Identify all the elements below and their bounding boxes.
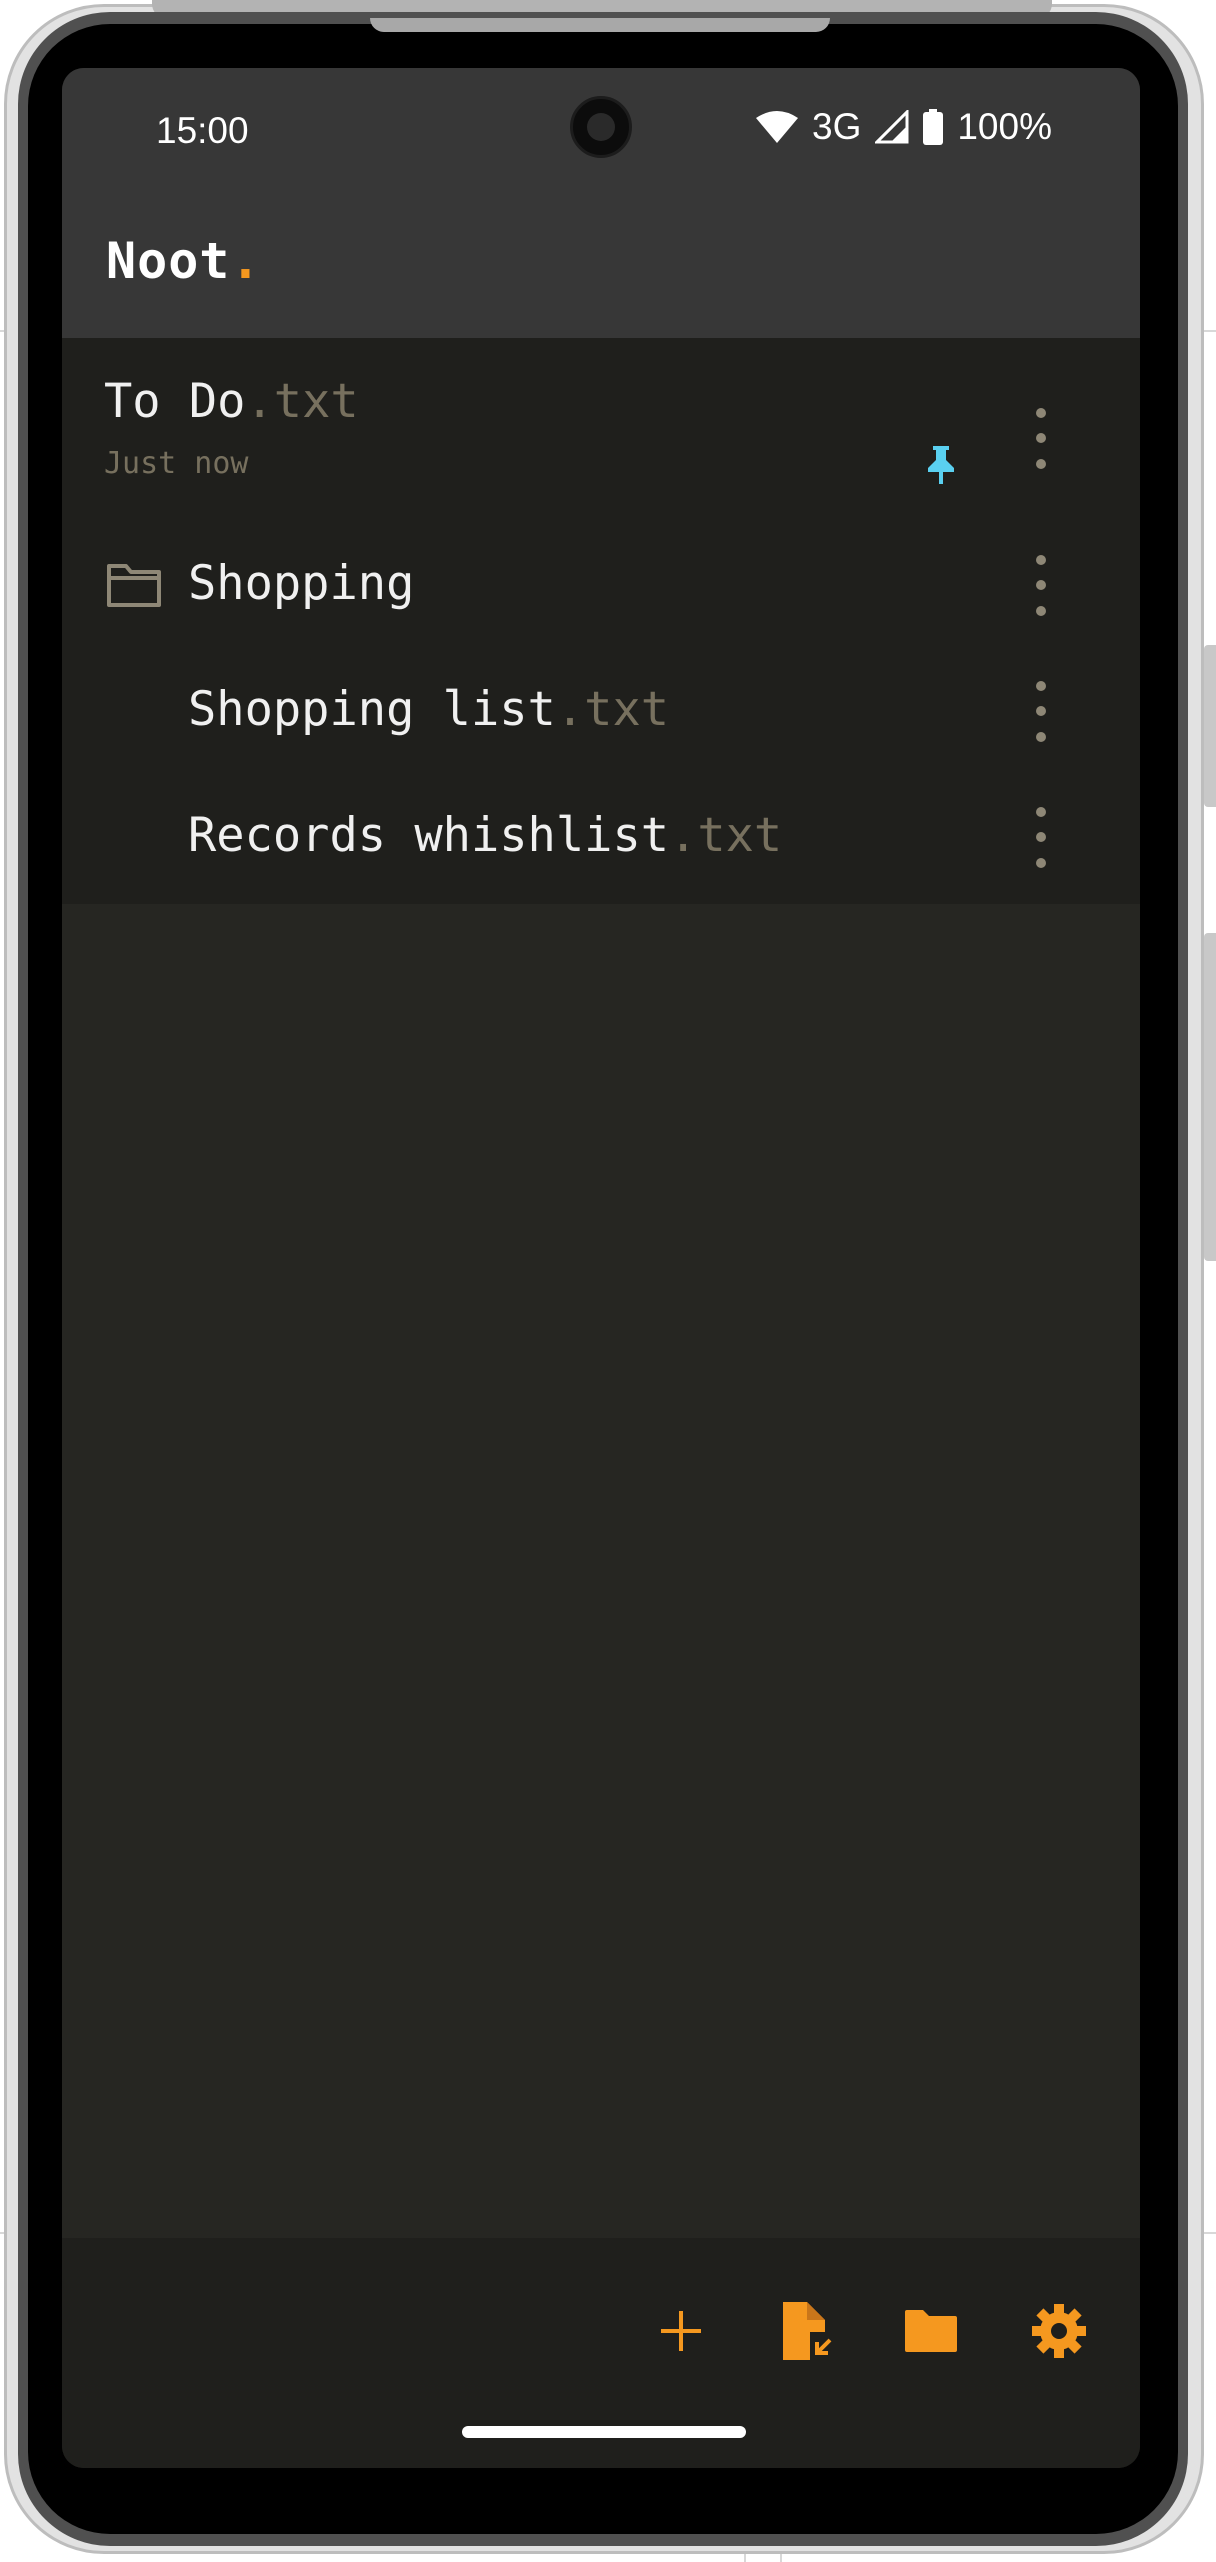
app-title-text: Noot: [106, 232, 231, 290]
note-list: To Do.txt Just now Shopping Shopping lis…: [62, 338, 1140, 904]
gear-icon: [1032, 2304, 1086, 2362]
note-title: Shopping list.txt: [188, 682, 669, 737]
import-file-button[interactable]: [772, 2298, 842, 2368]
note-title: To Do.txt: [104, 374, 359, 429]
volume-button: [1204, 645, 1216, 807]
home-indicator[interactable]: [462, 2426, 746, 2438]
note-extension: .txt: [555, 682, 670, 737]
battery-percent: 100%: [957, 106, 1052, 147]
signal-icon: [875, 110, 909, 144]
status-icons: 3G 100%: [756, 106, 1052, 148]
note-name: Shopping list: [188, 682, 556, 737]
phone-screen: 15:00 3G 100% Noot. To Do.txt Just now S…: [62, 68, 1140, 2468]
app-title: Noot.: [106, 232, 262, 290]
new-folder-button[interactable]: [896, 2298, 966, 2368]
power-button: [1204, 933, 1216, 1261]
file-import-icon: [780, 2302, 834, 2364]
note-name: To Do: [104, 374, 246, 429]
note-name: Records whishlist: [188, 808, 670, 863]
battery-icon: [923, 109, 944, 145]
note-timestamp: Just now: [104, 446, 249, 481]
network-type: 3G: [812, 106, 862, 147]
more-options-icon[interactable]: [1028, 677, 1054, 749]
new-note-button[interactable]: [646, 2298, 716, 2368]
folder-name: Shopping: [188, 556, 415, 611]
folder-outline-icon: [106, 562, 162, 612]
note-extension: .txt: [669, 808, 783, 863]
folder-icon: [903, 2308, 959, 2358]
wifi-icon: [756, 110, 798, 144]
note-title: Records whishlist.txt: [188, 808, 782, 863]
status-time: 15:00: [156, 110, 249, 151]
note-item-records-whishlist[interactable]: Records whishlist.txt: [62, 778, 1140, 904]
plus-icon: [659, 2309, 703, 2357]
status-bar: 15:00 3G 100%: [62, 68, 1140, 192]
more-options-icon[interactable]: [1028, 803, 1054, 875]
earpiece-speaker: [370, 18, 830, 32]
more-options-icon[interactable]: [1028, 551, 1054, 623]
app-title-dot: .: [230, 232, 262, 290]
note-extension: .txt: [245, 374, 359, 429]
folder-item-shopping[interactable]: Shopping: [62, 526, 1140, 652]
bottom-action-bar: [62, 2238, 1140, 2468]
settings-button[interactable]: [1024, 2298, 1094, 2368]
note-item-shopping-list[interactable]: Shopping list.txt: [62, 652, 1140, 778]
more-options-icon[interactable]: [1028, 404, 1054, 476]
note-item-to-do[interactable]: To Do.txt Just now: [62, 338, 1140, 526]
app-bar: Noot.: [62, 192, 1140, 338]
empty-content-area: [62, 904, 1140, 2238]
front-camera: [570, 96, 632, 158]
pin-icon: [926, 444, 956, 488]
